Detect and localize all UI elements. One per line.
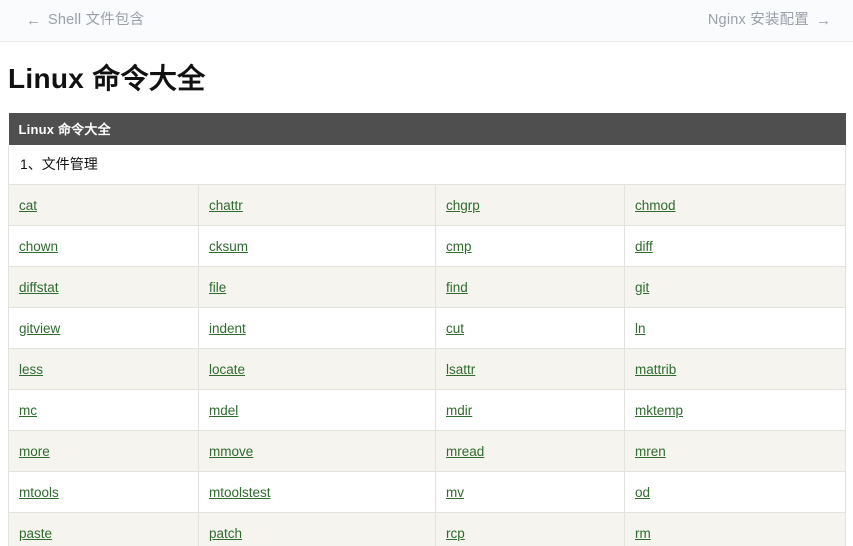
table-cell: more: [8, 430, 199, 473]
command-link-cksum[interactable]: cksum: [209, 239, 248, 254]
arrow-left-icon: ←: [26, 12, 41, 29]
pager-next-link[interactable]: Nginx 安装配置 →: [708, 13, 831, 28]
table-body: 1、文件管理 cat chattr chgrp chmod chown cksum cmp d…: [7, 144, 847, 546]
command-link-cat[interactable]: cat: [19, 198, 37, 213]
command-link-rcp[interactable]: rcp: [446, 526, 465, 541]
table-cell: mdel: [198, 389, 436, 432]
command-link-mren[interactable]: mren: [635, 444, 666, 459]
table-cell: rcp: [435, 512, 625, 546]
table-cell: od: [623, 471, 847, 514]
table-cell: less: [8, 348, 199, 391]
command-link-mtools[interactable]: mtools: [19, 485, 59, 500]
table-cell: rm: [623, 512, 847, 546]
command-link-chattr[interactable]: chattr: [209, 198, 243, 213]
table-cell: diff: [623, 225, 847, 268]
command-link-chown[interactable]: chown: [19, 239, 58, 254]
table-cell: lsattr: [435, 348, 625, 391]
table-cell: mv: [435, 471, 625, 514]
page-title: Linux 命令大全: [8, 63, 206, 94]
table-section-label: 1、文件管理: [7, 144, 847, 186]
command-link-less[interactable]: less: [19, 362, 43, 377]
table-row: chown cksum cmp diff: [8, 225, 847, 268]
pager-nav: ← Shell 文件包含 Nginx 安装配置 →: [0, 0, 853, 42]
table-cell: paste: [8, 512, 199, 546]
table-header-row: Linux 命令大全: [8, 112, 846, 145]
table-cell: chattr: [198, 184, 436, 227]
command-link-locate[interactable]: locate: [209, 362, 245, 377]
table-row: less locate lsattr mattrib: [8, 348, 847, 391]
arrow-right-icon: →: [816, 12, 831, 29]
table-cell: mktemp: [623, 389, 847, 432]
command-link-mmove[interactable]: mmove: [209, 444, 253, 459]
command-link-mattrib[interactable]: mattrib: [635, 362, 676, 377]
table-cell: find: [435, 266, 625, 309]
table-cell: mmove: [198, 430, 436, 473]
table-cell: mc: [8, 389, 199, 432]
table-cell: mread: [435, 430, 625, 473]
pager-prev-link[interactable]: ← Shell 文件包含: [26, 13, 144, 28]
table-cell: mdir: [435, 389, 625, 432]
command-link-od[interactable]: od: [635, 485, 650, 500]
command-link-mdir[interactable]: mdir: [446, 403, 472, 418]
command-link-git[interactable]: git: [635, 280, 649, 295]
command-link-patch[interactable]: patch: [209, 526, 242, 541]
pager-prev-label: Shell 文件包含: [48, 12, 145, 29]
command-link-more[interactable]: more: [19, 444, 50, 459]
command-link-indent[interactable]: indent: [209, 321, 246, 336]
table-cell: mren: [623, 430, 847, 473]
table-cell: patch: [198, 512, 436, 546]
command-link-chgrp[interactable]: chgrp: [446, 198, 480, 213]
command-link-paste[interactable]: paste: [19, 526, 52, 541]
table-row: gitview indent cut ln: [8, 307, 847, 350]
command-link-cmp[interactable]: cmp: [446, 239, 472, 254]
table-cell: cmp: [435, 225, 625, 268]
command-link-gitview[interactable]: gitview: [19, 321, 60, 336]
table-cell: mattrib: [623, 348, 847, 391]
table-cell: mtoolstest: [198, 471, 436, 514]
table-cell: cut: [435, 307, 625, 350]
command-link-lsattr[interactable]: lsattr: [446, 362, 475, 377]
table-row: mc mdel mdir mktemp: [8, 389, 847, 432]
table-cell: ln: [623, 307, 847, 350]
command-link-diffstat[interactable]: diffstat: [19, 280, 59, 295]
table-cell: indent: [198, 307, 436, 350]
command-link-mktemp[interactable]: mktemp: [635, 403, 683, 418]
table-section-row: 1、文件管理: [7, 144, 847, 186]
table-row: mtools mtoolstest mv od: [8, 471, 847, 514]
command-table-wrapper: Linux 命令大全 1、文件管理 cat chattr chgrp chmod cho…: [7, 112, 847, 546]
table-cell: gitview: [8, 307, 199, 350]
table-row: cat chattr chgrp chmod: [8, 184, 847, 227]
table-header-title: Linux 命令大全: [8, 112, 846, 145]
pager-next-label: Nginx 安装配置: [707, 12, 809, 29]
table-cell: chown: [8, 225, 199, 268]
command-link-find[interactable]: find: [446, 280, 468, 295]
command-link-diff[interactable]: diff: [635, 239, 653, 254]
command-link-mc[interactable]: mc: [19, 403, 37, 418]
table-cell: locate: [198, 348, 436, 391]
table-cell: chgrp: [435, 184, 625, 227]
command-link-ln[interactable]: ln: [635, 321, 646, 336]
command-link-mdel[interactable]: mdel: [209, 403, 238, 418]
command-link-mread[interactable]: mread: [446, 444, 484, 459]
table-row: more mmove mread mren: [8, 430, 847, 473]
command-link-file[interactable]: file: [209, 280, 226, 295]
table-cell: file: [198, 266, 436, 309]
table-head: Linux 命令大全: [8, 112, 846, 145]
command-link-mtoolstest[interactable]: mtoolstest: [209, 485, 271, 500]
table-cell: chmod: [623, 184, 847, 227]
command-link-mv[interactable]: mv: [446, 485, 464, 500]
command-link-rm[interactable]: rm: [635, 526, 651, 541]
command-table: Linux 命令大全 1、文件管理 cat chattr chgrp chmod cho…: [7, 112, 847, 546]
table-row: diffstat file find git: [8, 266, 847, 309]
table-cell: mtools: [8, 471, 199, 514]
command-link-chmod[interactable]: chmod: [635, 198, 676, 213]
command-link-cut[interactable]: cut: [446, 321, 464, 336]
table-cell: diffstat: [8, 266, 199, 309]
table-cell: cat: [8, 184, 199, 227]
table-cell: cksum: [198, 225, 436, 268]
table-cell: git: [623, 266, 847, 309]
table-row: paste patch rcp rm: [8, 512, 847, 546]
